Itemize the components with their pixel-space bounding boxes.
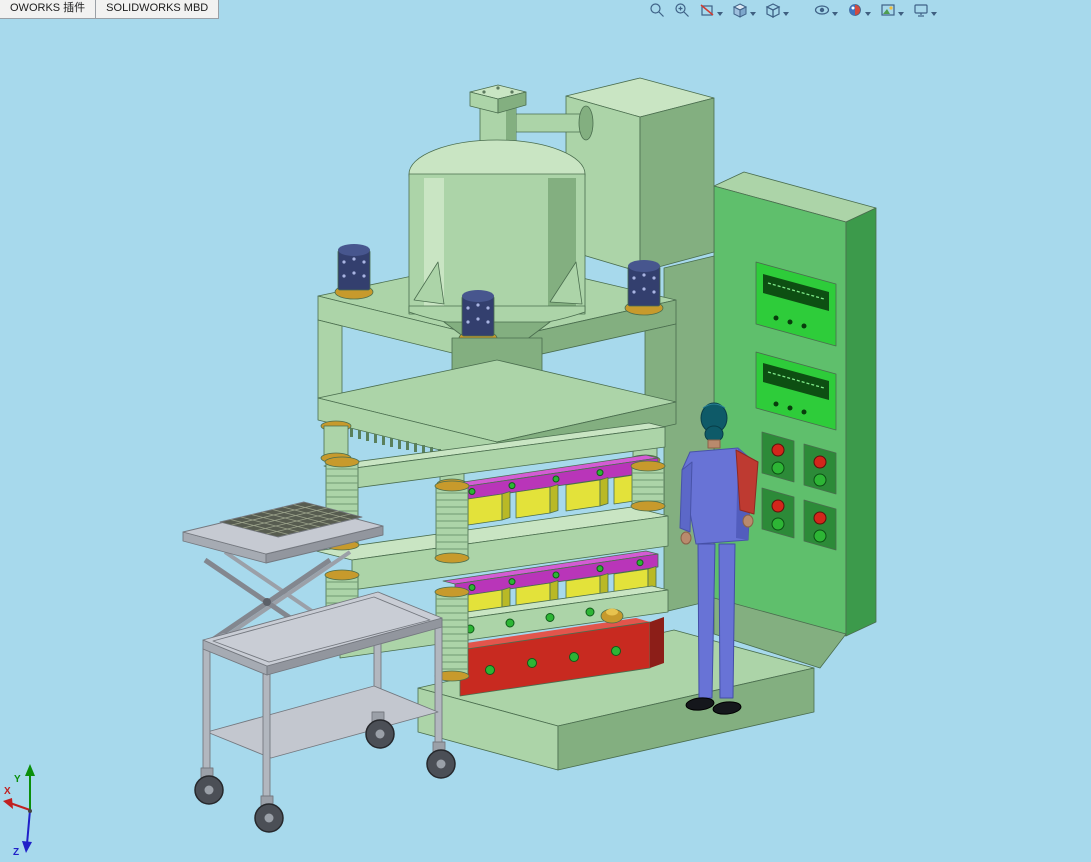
hide-show-items-button[interactable] [813, 1, 839, 19]
section-view-button[interactable] [698, 1, 724, 19]
zoom-to-area-icon [674, 2, 690, 18]
commandmanager-tabs: OWORKS 插件 SOLIDWORKS MBD [0, 0, 219, 19]
apply-scene-button[interactable] [879, 1, 905, 19]
eye-icon [814, 2, 830, 18]
zoom-to-fit-button[interactable] [648, 1, 666, 19]
dropdown-caret-icon[interactable] [717, 12, 723, 16]
section-view-icon [699, 2, 715, 18]
dropdown-caret-icon[interactable] [931, 12, 937, 16]
dropdown-caret-icon[interactable] [898, 12, 904, 16]
view-orientation-icon [732, 2, 748, 18]
triad-x-label: X [4, 786, 11, 797]
appearance-ball-icon [847, 2, 863, 18]
display-style-button[interactable] [764, 1, 790, 19]
control-cabinet[interactable] [714, 172, 876, 636]
display-style-icon [765, 2, 781, 18]
dropdown-caret-icon[interactable] [832, 12, 838, 16]
edit-appearance-button[interactable] [846, 1, 872, 19]
dropdown-caret-icon[interactable] [783, 12, 789, 16]
graphics-area[interactable]: Y X Z [0, 0, 1091, 862]
dropdown-caret-icon[interactable] [865, 12, 871, 16]
scene-icon [880, 2, 896, 18]
model-3d-view[interactable]: Y X Z [0, 0, 1091, 862]
view-orientation-button[interactable] [731, 1, 757, 19]
triad-z-label: Z [13, 847, 19, 858]
dropdown-caret-icon[interactable] [750, 12, 756, 16]
tab-solidworks-mbd[interactable]: SOLIDWORKS MBD [96, 0, 219, 19]
view-settings-button[interactable] [912, 1, 938, 19]
tab-solidworks-addins[interactable]: OWORKS 插件 [0, 0, 96, 19]
triad-y-label: Y [14, 774, 21, 785]
press-machine-model[interactable] [316, 78, 876, 770]
monitor-icon [913, 2, 929, 18]
orientation-triad: Y X Z [3, 764, 35, 858]
zoom-to-area-button[interactable] [673, 1, 691, 19]
zoom-to-fit-icon [649, 2, 665, 18]
vacuum-tank[interactable] [409, 85, 593, 340]
heads-up-view-toolbar [648, 1, 938, 19]
